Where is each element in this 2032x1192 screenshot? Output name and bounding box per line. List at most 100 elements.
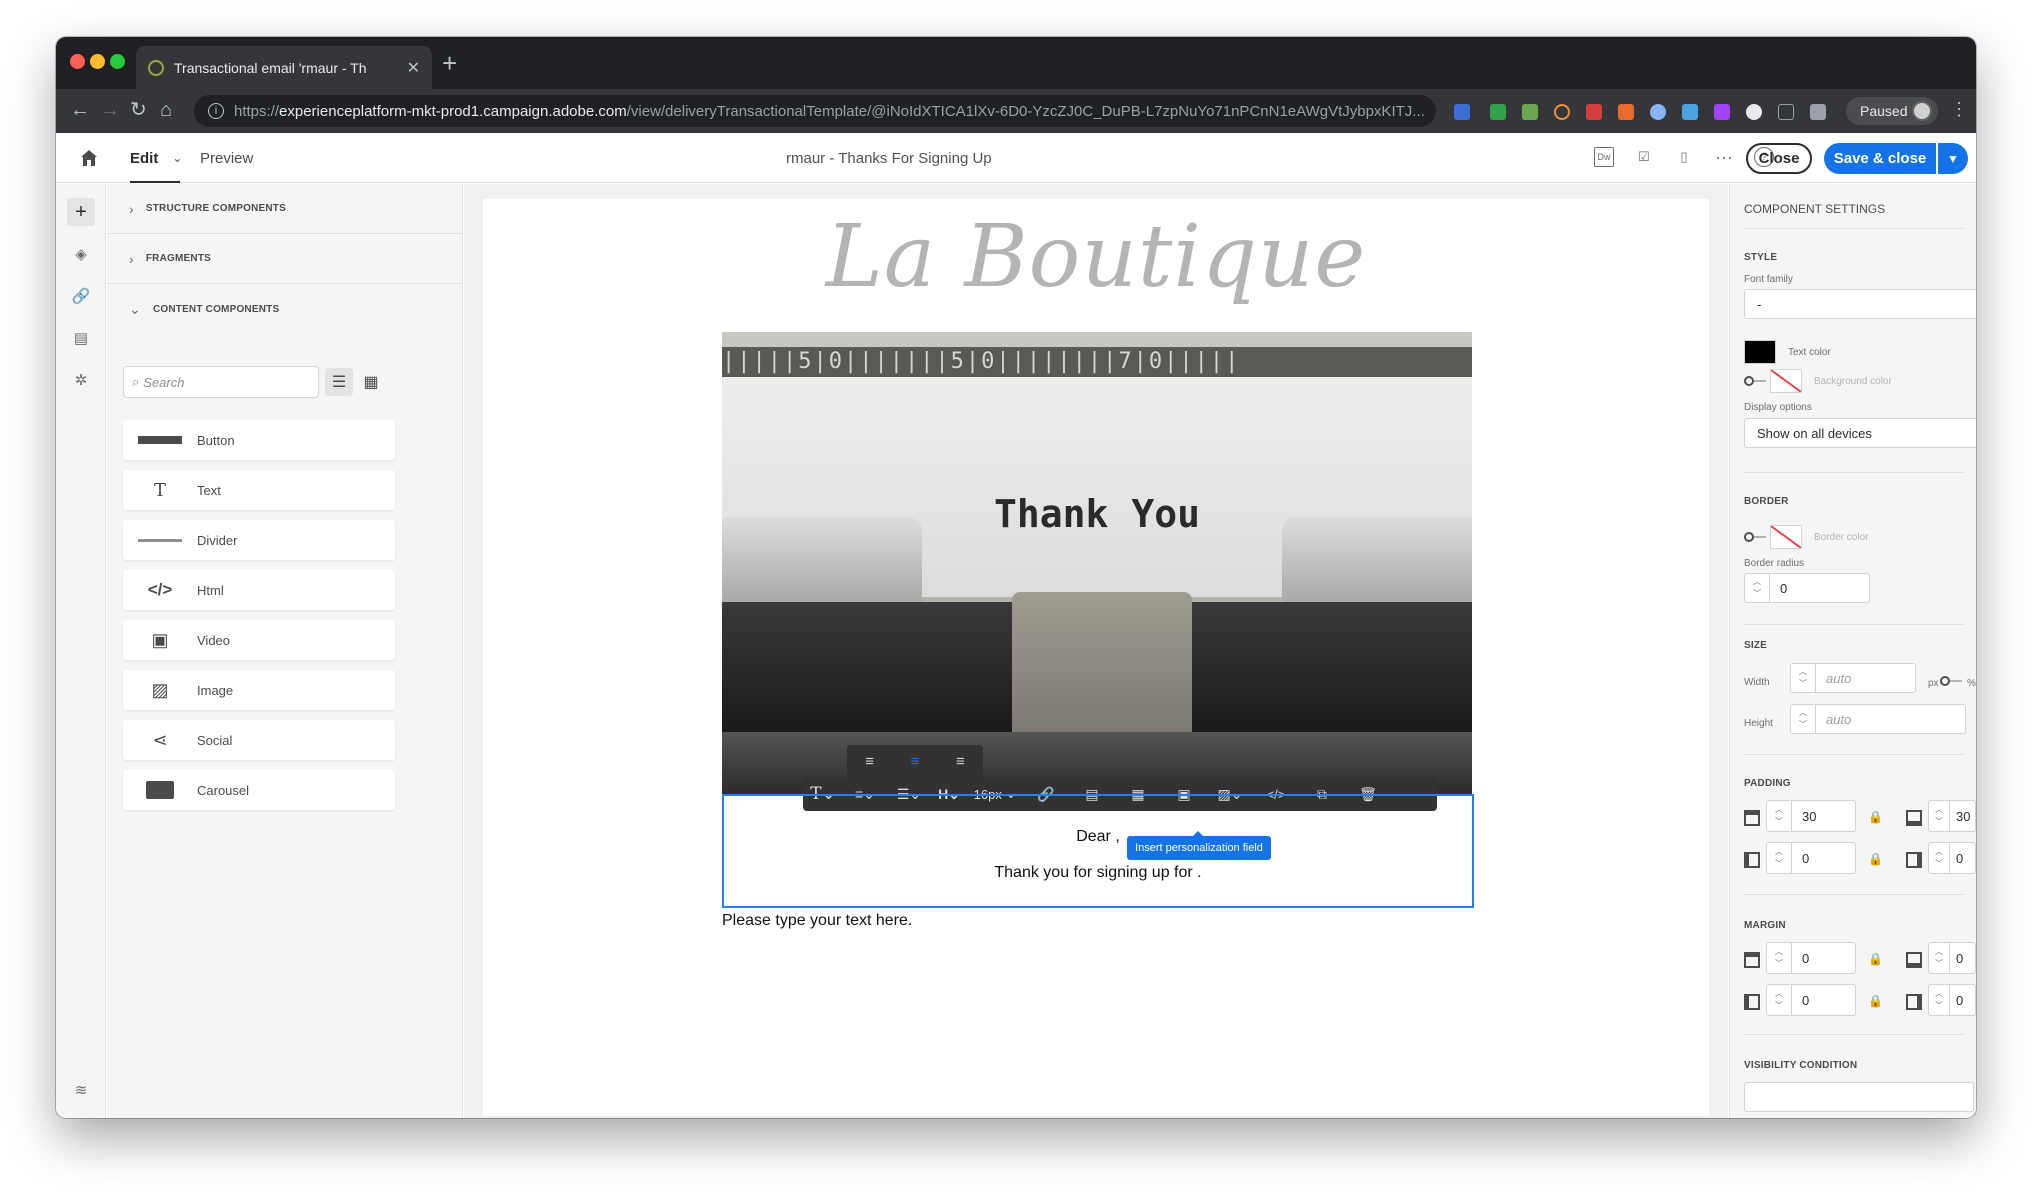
section-structure-components[interactable]: › STRUCTURE COMPONENTS xyxy=(107,184,463,234)
hero-image[interactable]: |||||5|0|||||||5|0||||||||7|0||||| Thank… xyxy=(722,332,1472,794)
margin-top-input[interactable]: 0 xyxy=(1792,942,1856,974)
extension-k-icon[interactable] xyxy=(1522,104,1538,120)
maximize-window-button[interactable] xyxy=(110,54,125,69)
list-view-icon[interactable]: ☰ xyxy=(325,368,353,396)
padding-lock-icon[interactable]: 🔒 xyxy=(1868,852,1883,866)
thanks-line[interactable]: Thank you for signing up for . xyxy=(724,864,1472,882)
component-image[interactable]: ▨ Image xyxy=(123,670,395,710)
border-radius-stepper[interactable]: ︿ ﹀ xyxy=(1744,573,1770,603)
browser-tab[interactable]: Transactional email 'rmaur - Th ✕ xyxy=(136,46,432,89)
component-video[interactable]: ▣ Video xyxy=(123,620,395,660)
component-html[interactable]: </> Html xyxy=(123,570,395,610)
visibility-condition-input[interactable] xyxy=(1744,1082,1974,1112)
more-icon[interactable]: ··· xyxy=(1714,147,1734,167)
tab-edit[interactable]: Edit ⌄ xyxy=(130,133,182,183)
extension-stripes-icon[interactable] xyxy=(1746,104,1762,120)
layers-icon[interactable]: ◈ xyxy=(67,240,95,268)
close-window-button[interactable] xyxy=(70,54,85,69)
dreamweaver-icon[interactable]: Dw xyxy=(1594,147,1614,167)
checklist-icon[interactable]: ☑ xyxy=(1634,147,1654,167)
background-color-toggle[interactable] xyxy=(1744,376,1766,386)
align-center-icon[interactable]: ≡ xyxy=(911,753,920,770)
tab-preview[interactable]: Preview xyxy=(200,133,253,183)
height-input[interactable]: auto xyxy=(1816,704,1966,734)
margin-bottom-input[interactable]: 0 xyxy=(1950,942,1976,974)
selected-text-block[interactable]: Dear , Thank you for signing up for . xyxy=(722,794,1474,908)
padding-right-stepper[interactable]: ︿ ﹀ xyxy=(1928,842,1950,874)
link-icon[interactable]: 🔗 xyxy=(67,282,95,310)
padding-bottom-stepper[interactable]: ︿ ﹀ xyxy=(1928,800,1950,832)
minimize-window-button[interactable] xyxy=(90,54,105,69)
section-content-components[interactable]: ⌄ CONTENT COMPONENTS xyxy=(107,284,463,334)
width-stepper[interactable]: ︿ ﹀ xyxy=(1790,663,1816,693)
component-social[interactable]: ⋖ Social xyxy=(123,720,395,760)
height-stepper[interactable]: ︿ ﹀ xyxy=(1790,704,1816,734)
close-button[interactable]: Close xyxy=(1746,143,1812,174)
brand-logo[interactable]: La Boutique xyxy=(483,207,1709,307)
home-icon[interactable] xyxy=(80,149,98,167)
new-tab-button[interactable]: + xyxy=(442,50,457,76)
home-browser-icon[interactable]: ⌂ xyxy=(160,99,172,121)
settings-gear-icon[interactable]: ✲ xyxy=(67,366,95,394)
extension-d3-icon[interactable] xyxy=(1618,104,1634,120)
save-close-button[interactable]: Save & close xyxy=(1824,143,1936,174)
unit-toggle[interactable] xyxy=(1940,676,1962,686)
section-fragments[interactable]: › FRAGMENTS xyxy=(107,234,463,284)
width-input[interactable]: auto xyxy=(1816,663,1916,693)
align-left-icon[interactable]: ≡ xyxy=(865,753,874,770)
extension-chat-icon[interactable] xyxy=(1682,104,1698,120)
text-placeholder[interactable]: Please type your text here. xyxy=(722,912,912,930)
extension-circle-icon[interactable] xyxy=(1554,104,1570,120)
margin-right-input[interactable]: 0 xyxy=(1950,984,1976,1016)
reload-icon[interactable]: ↻ xyxy=(130,99,147,121)
extension-chart-icon[interactable] xyxy=(1490,104,1506,120)
padding-top-stepper[interactable]: ︿ ﹀ xyxy=(1766,800,1792,832)
padding-top-input[interactable]: 30 xyxy=(1792,800,1856,832)
padding-right-input[interactable]: 0 xyxy=(1950,842,1976,874)
margin-top-stepper[interactable]: ︿ ﹀ xyxy=(1766,942,1792,974)
chevron-down-icon[interactable]: ⌄ xyxy=(172,151,182,165)
margin-right-stepper[interactable]: ︿ ﹀ xyxy=(1928,984,1950,1016)
site-info-icon[interactable]: i xyxy=(208,103,224,119)
mobile-preview-icon[interactable]: ▯ xyxy=(1674,147,1694,167)
border-radius-input[interactable]: 0 xyxy=(1770,573,1870,603)
save-options-chevron-icon[interactable]: ▼ xyxy=(1938,143,1968,174)
tab-close-icon[interactable]: ✕ xyxy=(407,58,420,78)
margin-bottom-stepper[interactable]: ︿ ﹀ xyxy=(1928,942,1950,974)
align-right-icon[interactable]: ≡ xyxy=(956,753,965,770)
extension-globe-icon[interactable] xyxy=(1650,104,1666,120)
background-color-swatch[interactable] xyxy=(1770,369,1802,393)
text-color-swatch[interactable] xyxy=(1744,340,1776,364)
font-family-select[interactable]: - ⌄ xyxy=(1744,289,1976,319)
grid-view-icon[interactable]: ▦ xyxy=(357,368,385,396)
margin-left-stepper[interactable]: ︿ ﹀ xyxy=(1766,984,1792,1016)
padding-bottom-input[interactable]: 30 xyxy=(1950,800,1976,832)
extension-svg-icon[interactable] xyxy=(1454,104,1470,120)
border-color-swatch[interactable] xyxy=(1770,525,1802,549)
bookmark-star-icon[interactable]: ☆ xyxy=(1425,101,1436,121)
back-icon[interactable]: ← xyxy=(70,99,90,121)
extension-shield-icon[interactable] xyxy=(1586,104,1602,120)
component-button[interactable]: Button xyxy=(123,420,395,460)
browser-menu-icon[interactable]: ⋮ xyxy=(1950,99,1968,120)
add-components-icon[interactable]: + xyxy=(67,198,95,226)
assets-icon[interactable]: ▤ xyxy=(67,324,95,352)
address-bar[interactable]: i https:// experienceplatform-mkt-prod1.… xyxy=(194,95,1436,127)
profile-paused-button[interactable]: Paused xyxy=(1846,97,1938,125)
component-divider[interactable]: Divider xyxy=(123,520,395,560)
margin-lock-icon[interactable]: 🔒 xyxy=(1868,952,1883,966)
extension-camera-icon[interactable] xyxy=(1810,104,1826,120)
extension-rp-icon[interactable] xyxy=(1714,104,1730,120)
component-carousel[interactable]: Carousel xyxy=(123,770,395,810)
search-input[interactable]: ⌕ Search xyxy=(123,366,319,398)
padding-left-stepper[interactable]: ︿ ﹀ xyxy=(1766,842,1792,874)
padding-left-input[interactable]: 0 xyxy=(1792,842,1856,874)
extension-screen-icon[interactable] xyxy=(1778,104,1794,120)
margin-left-input[interactable]: 0 xyxy=(1792,984,1856,1016)
border-color-toggle[interactable] xyxy=(1744,532,1766,542)
layers-bottom-icon[interactable]: ≋ xyxy=(67,1076,95,1104)
margin-lock-icon[interactable]: 🔒 xyxy=(1868,994,1883,1008)
forward-icon[interactable]: → xyxy=(100,99,120,121)
display-options-select[interactable]: Show on all devices ⌄ xyxy=(1744,418,1976,448)
padding-lock-icon[interactable]: 🔒 xyxy=(1868,810,1883,824)
